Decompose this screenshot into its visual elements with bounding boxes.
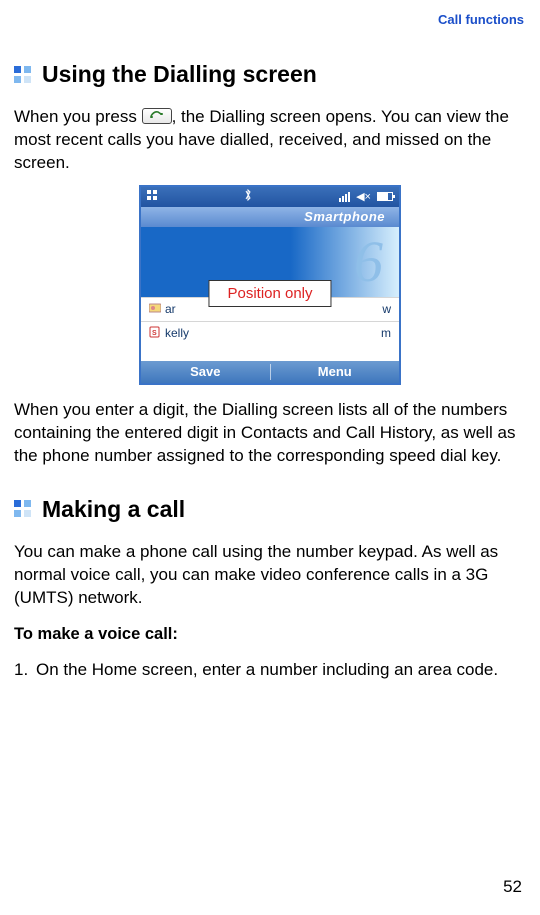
section-bullet-icon	[14, 500, 32, 518]
making-call-paragraph: You can make a phone call using the numb…	[14, 541, 526, 610]
dialled-digit: 6	[354, 233, 383, 291]
bluetooth-icon	[244, 193, 252, 204]
section-bullet-icon	[14, 66, 32, 84]
position-only-overlay: Position only	[208, 280, 331, 307]
softkey-left: Save	[141, 361, 270, 383]
step-number: 1.	[14, 658, 36, 681]
softkey-right: Menu	[271, 361, 400, 383]
intro-paragraph-1: When you press , the Dialling screen ope…	[14, 106, 526, 175]
breadcrumb: Call functions	[14, 10, 526, 27]
list-item: S kelly m	[141, 321, 399, 345]
svg-text:S: S	[152, 330, 157, 337]
page-number: 52	[503, 877, 522, 897]
signal-icon	[339, 192, 350, 202]
contact-icon	[149, 302, 161, 317]
step-text: On the Home screen, enter a number inclu…	[36, 658, 526, 681]
battery-icon	[377, 192, 393, 201]
list-item-label: ar	[165, 302, 176, 316]
list-item-label: kelly	[165, 326, 189, 340]
section-title: Making a call	[42, 496, 185, 523]
section-title: Using the Dialling screen	[42, 61, 317, 88]
list-item-right: m	[381, 326, 391, 340]
phone-screenshot-figure: ◀× Smartphone 6 ar w S	[14, 185, 526, 385]
section-heading-making-call: Making a call	[14, 496, 526, 523]
call-key-icon	[142, 108, 172, 124]
softkey-bar: Save Menu	[141, 361, 399, 383]
mute-icon: ◀×	[356, 190, 371, 203]
app-grid-icon	[147, 190, 157, 203]
step-item: 1. On the Home screen, enter a number in…	[14, 658, 526, 681]
list-item-right: w	[382, 302, 391, 316]
intro-paragraph-2: When you enter a digit, the Dialling scr…	[14, 399, 526, 468]
sim-icon: S	[149, 326, 161, 341]
phone-title-bar: Smartphone	[141, 207, 399, 227]
section-heading-dialling: Using the Dialling screen	[14, 61, 526, 88]
voice-call-subhead: To make a voice call:	[14, 625, 526, 644]
status-bar: ◀×	[141, 187, 399, 207]
